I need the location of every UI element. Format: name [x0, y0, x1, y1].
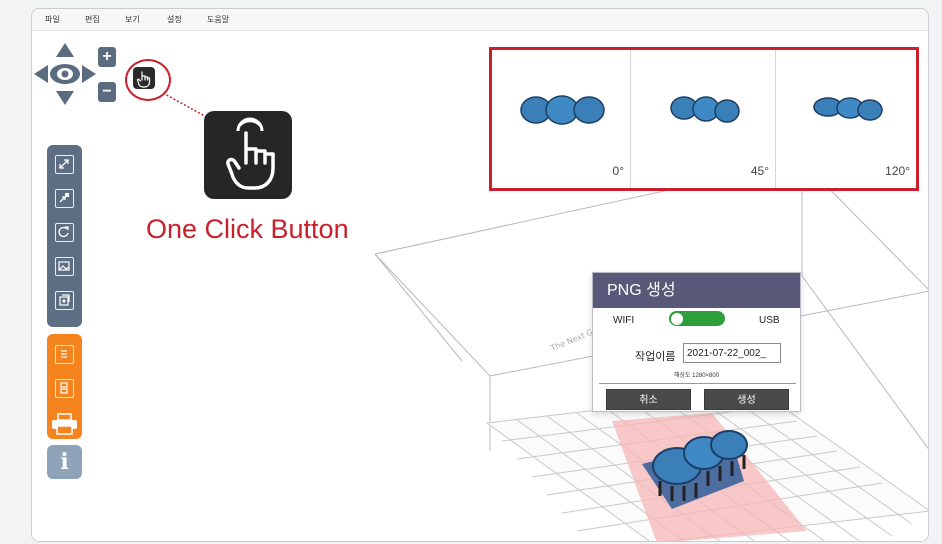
document-icon [61, 350, 67, 358]
one-click-button[interactable] [133, 67, 155, 89]
resolution-text: 해상도 1280×800 [673, 373, 720, 379]
tooth-model-preview [670, 96, 740, 123]
view-preview-120[interactable]: 120° [776, 50, 916, 188]
pan-right-arrow[interactable] [82, 65, 96, 83]
menu-edit[interactable]: 편집 [85, 14, 100, 25]
one-click-illustration [204, 111, 292, 199]
rotate-icon [58, 226, 69, 238]
view-preview-0[interactable]: 0° [492, 50, 631, 188]
job-name-input[interactable] [683, 343, 781, 363]
scale-up-button[interactable] [55, 155, 74, 174]
save-icon [60, 382, 68, 394]
transform-toolbar [47, 145, 82, 327]
view-angle-label: 45° [750, 164, 769, 178]
eye-icon[interactable] [50, 64, 80, 84]
tooth-model-preview [813, 97, 883, 121]
cancel-button[interactable]: 취소 [606, 389, 691, 410]
app-window: 파일 편집 보기 설정 도움말 The Next Generation 3D P… [31, 8, 929, 542]
copy-add-icon [59, 294, 70, 306]
one-click-label: One Click Button [146, 214, 349, 244]
document-button[interactable] [55, 345, 74, 364]
zoom-in-button[interactable]: + [98, 47, 116, 67]
toggle-knob [671, 312, 683, 325]
wifi-usb-toggle[interactable] [669, 311, 725, 326]
zoom-out-button[interactable]: − [98, 82, 116, 102]
view-navigation-pad[interactable] [34, 43, 96, 105]
dialog-title: PNG 생성 [593, 273, 800, 308]
image-icon [58, 261, 70, 271]
hand-pointer-icon [136, 71, 151, 88]
image-button[interactable] [55, 257, 74, 276]
copy-add-button[interactable] [55, 291, 74, 310]
info-button[interactable]: i [47, 445, 82, 479]
pan-up-arrow[interactable] [56, 43, 74, 57]
hand-pointer-icon [226, 117, 275, 190]
usb-label: USB [759, 315, 780, 326]
pan-down-arrow[interactable] [56, 91, 74, 105]
menu-file[interactable]: 파일 [45, 14, 60, 25]
view-angle-label: 0° [612, 164, 624, 178]
shrink-icon [59, 193, 69, 203]
scale-down-button[interactable] [55, 189, 74, 208]
tooth-model-preview [520, 95, 605, 125]
dialog-divider [599, 383, 796, 384]
png-export-dialog: PNG 생성 WIFI USB 작업이름 해상도 1280×800 취소 생성 [592, 272, 801, 412]
pan-left-arrow[interactable] [34, 65, 48, 83]
view-preview-45[interactable]: 45° [631, 50, 776, 188]
menu-view[interactable]: 보기 [125, 14, 140, 25]
expand-icon [59, 159, 69, 169]
printer-icon [52, 413, 77, 435]
info-icon: i [60, 449, 69, 475]
view-angle-previews: 0° 45° 120° [489, 47, 919, 191]
menu-bar: 파일 편집 보기 설정 도움말 [32, 9, 928, 31]
rotate-button[interactable] [55, 223, 74, 242]
save-button[interactable] [55, 379, 74, 398]
menu-help[interactable]: 도움말 [207, 14, 229, 25]
view-angle-label: 120° [885, 164, 910, 178]
print-button[interactable] [51, 413, 78, 435]
wifi-label: WIFI [613, 315, 635, 326]
3d-viewport[interactable]: The Next Generation 3D Printer [32, 31, 928, 541]
job-name-label: 작업이름 [635, 351, 676, 363]
create-button[interactable]: 생성 [704, 389, 789, 410]
menu-settings[interactable]: 설정 [167, 14, 182, 25]
file-toolbar [47, 334, 82, 439]
